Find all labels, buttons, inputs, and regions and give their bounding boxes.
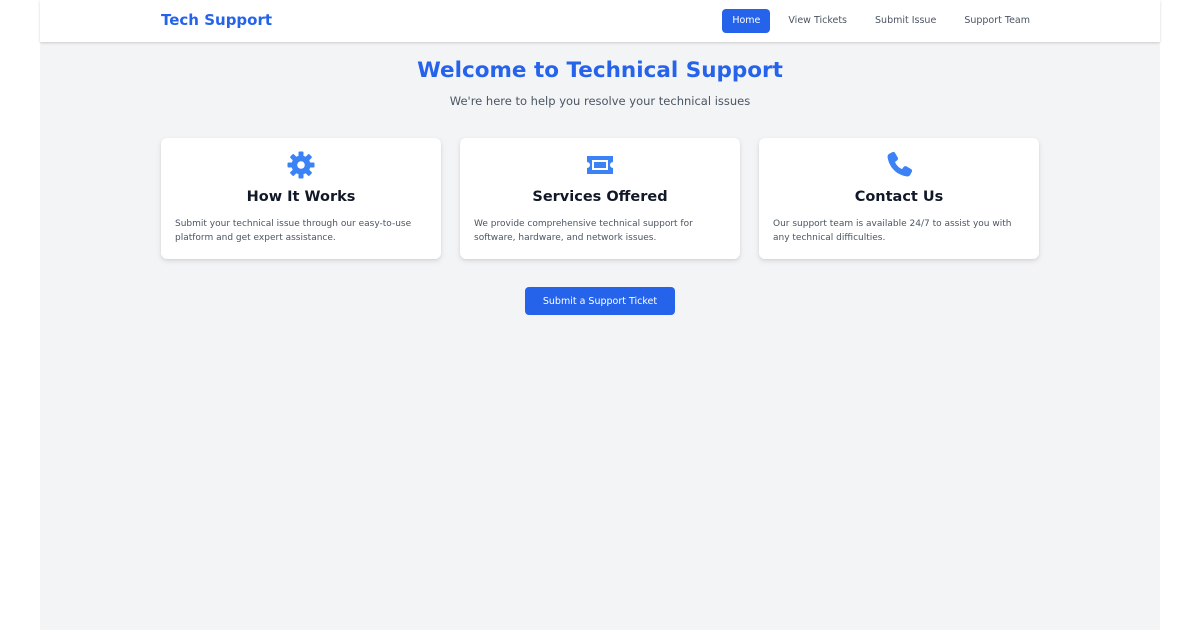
nav-view-tickets[interactable]: View Tickets [778,9,857,33]
card-contact-us: Contact Us Our support team is available… [759,138,1039,259]
brand-logo[interactable]: Tech Support [161,11,272,29]
ticket-icon [460,150,740,180]
nav-support-team[interactable]: Support Team [954,9,1040,33]
card-title: How It Works [246,189,356,205]
card-how-it-works: How It Works Submit your technical issue… [161,138,441,259]
nav-links: Home View Tickets Submit Issue Support T… [722,9,1040,33]
card-description: Submit your technical issue through our … [175,219,412,243]
gear-icon [161,150,441,180]
nav-home[interactable]: Home [722,9,771,33]
phone-icon [759,150,1039,180]
nav-submit-issue[interactable]: Submit Issue [865,9,946,33]
top-navbar: Tech Support Home View Tickets Submit Is… [40,0,1160,42]
page-title: Welcome to Technical Support [417,58,783,83]
card-services-offered: Services Offered We provide comprehensiv… [460,138,740,259]
card-title: Services Offered [532,189,668,205]
page-subtitle: We're here to help you resolve your tech… [449,94,751,108]
submit-ticket-button[interactable]: Submit a Support Ticket [525,287,675,315]
card-description: We provide comprehensive technical suppo… [474,219,693,243]
card-description: Our support team is available 24/7 to as… [773,219,1012,243]
card-title: Contact Us [854,189,944,205]
